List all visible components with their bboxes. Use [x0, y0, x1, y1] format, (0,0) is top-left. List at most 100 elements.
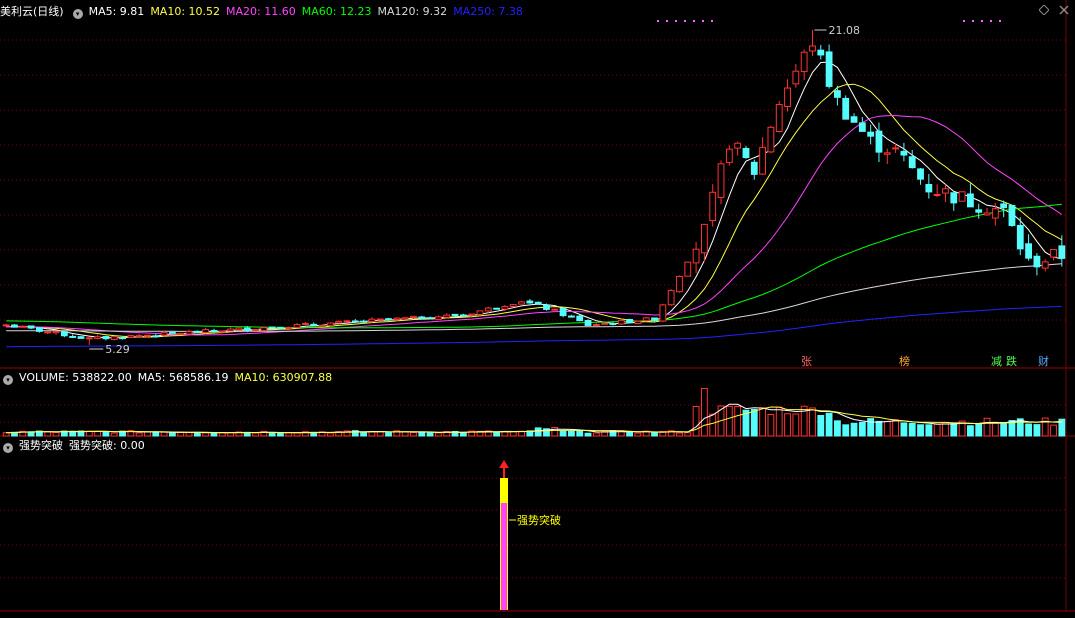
- volume-bar: [676, 432, 683, 437]
- candle-body: [1058, 245, 1066, 259]
- indicator-menu-icon[interactable]: ▾: [3, 443, 13, 453]
- candle: [202, 327, 210, 334]
- candle-body: [368, 318, 376, 322]
- close-icon[interactable]: [1059, 5, 1069, 15]
- volume-bar: [626, 432, 634, 437]
- ma250-line: [6, 305, 1062, 348]
- event-marker[interactable]: 榜: [898, 355, 911, 368]
- candle: [842, 95, 850, 120]
- volume-bar: [385, 432, 392, 437]
- volume-bar: [684, 432, 692, 437]
- volume-bar: [1033, 424, 1041, 437]
- ma120-line: [6, 263, 1062, 332]
- price-panel-header: 美利云(日线) ▾ MA5: 9.81 MA10: 10.52 MA20: 11.60 M…: [0, 4, 535, 20]
- volume-bar: [991, 422, 999, 437]
- candle-body: [493, 307, 501, 310]
- candle-body: [817, 49, 825, 56]
- ma-legend-item: MA250: 7.38: [453, 5, 523, 18]
- candle: [950, 192, 958, 211]
- volume-legend-item: MA5: 568586.19: [137, 371, 229, 384]
- volume-bar: [792, 413, 800, 437]
- candle-body: [310, 323, 318, 326]
- event-marker[interactable]: 财: [1037, 355, 1050, 368]
- candle-body: [651, 317, 658, 321]
- candle: [983, 207, 991, 216]
- event-marker[interactable]: 跌: [1005, 355, 1018, 368]
- indicator-title: 强势突破: [19, 439, 63, 452]
- candle-body: [875, 130, 883, 153]
- ma-legend-item: MA10: 10.52: [150, 5, 221, 18]
- ma10-line: [6, 83, 1063, 338]
- candle-body: [526, 300, 534, 304]
- candle-body: [692, 248, 700, 264]
- candle: [318, 324, 326, 327]
- candle: [792, 63, 800, 88]
- candle-body: [177, 332, 185, 335]
- ma-legend-item: MA20: 11.60: [226, 5, 296, 18]
- volume-bar: [277, 432, 284, 437]
- candle: [193, 330, 201, 333]
- volume-menu-icon[interactable]: ▾: [3, 375, 13, 385]
- candle: [1008, 204, 1016, 227]
- volume-bar: [883, 421, 891, 437]
- candle: [60, 330, 68, 338]
- ma-legend-item: MA5: 9.81: [88, 5, 145, 18]
- volume-bar: [592, 432, 600, 437]
- candle: [1025, 234, 1033, 261]
- candle-body: [659, 304, 667, 322]
- volume-bar: [725, 405, 733, 437]
- volume-bar: [700, 388, 708, 437]
- settings-dropdown-icon[interactable]: ▾: [72, 9, 83, 19]
- volume-bar: [825, 412, 833, 437]
- candle: [94, 334, 102, 340]
- volume-bar: [1050, 424, 1057, 437]
- candle-body: [160, 331, 168, 336]
- candle-body: [825, 51, 833, 87]
- candle: [676, 275, 683, 293]
- candle-body: [1033, 255, 1041, 268]
- volume-bar: [651, 432, 658, 437]
- event-marker[interactable]: 张: [800, 355, 813, 368]
- candle-body: [227, 328, 235, 332]
- candle: [351, 318, 359, 324]
- candle: [152, 334, 160, 338]
- candle-body: [966, 193, 974, 208]
- candle-body: [426, 317, 434, 320]
- candle: [2, 323, 10, 327]
- candle-body: [44, 331, 52, 334]
- candle-body: [858, 122, 866, 132]
- volume-bar: [917, 424, 924, 437]
- volume-bar: [933, 423, 941, 437]
- top-signal-dot: [711, 20, 713, 22]
- volume-bar: [110, 432, 118, 437]
- volume-bar: [692, 405, 700, 437]
- indicator-panel-header: ▾ 强势突破 强势突破: 0.00: [0, 438, 151, 454]
- candle: [584, 319, 592, 326]
- event-marker[interactable]: 减: [990, 355, 1003, 368]
- candle: [576, 314, 584, 322]
- candle: [592, 322, 600, 326]
- volume-legend: VOLUME: 538822.00 MA5: 568586.19 MA10: 630…: [19, 371, 338, 384]
- candle: [285, 326, 293, 329]
- candle-body: [775, 103, 783, 133]
- signal-label: 强势突破: [517, 513, 561, 527]
- volume-bar: [1000, 422, 1008, 437]
- candle-body: [1025, 243, 1033, 259]
- candle-body: [900, 150, 908, 156]
- candle-body: [933, 194, 941, 197]
- volume-bar: [567, 430, 575, 437]
- candle-body: [243, 327, 251, 331]
- volume-bar: [52, 431, 60, 437]
- candle-body: [892, 147, 900, 150]
- candle: [443, 313, 451, 319]
- candle-body: [218, 330, 226, 333]
- volume-bar: [210, 432, 218, 437]
- diamond-icon[interactable]: [1039, 5, 1049, 15]
- top-signal-dot: [963, 20, 965, 22]
- candle: [27, 325, 35, 330]
- candle: [1050, 248, 1057, 261]
- candle-body: [567, 315, 575, 318]
- candle-body: [110, 336, 118, 340]
- volume-legend-item: VOLUME: 538822.00: [19, 371, 132, 384]
- volume-bar: [983, 417, 991, 437]
